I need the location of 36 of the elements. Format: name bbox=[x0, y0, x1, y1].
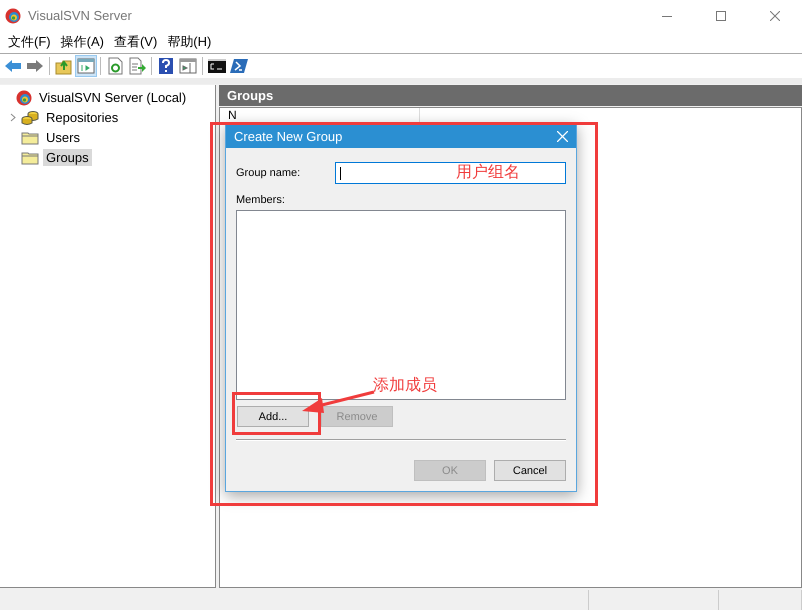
add-button[interactable]: Add... bbox=[237, 406, 309, 427]
annotation-text: 用户组名 bbox=[456, 162, 520, 182]
powershell-icon bbox=[230, 58, 248, 74]
server-logo-icon bbox=[5, 8, 21, 24]
field-label: Group name: bbox=[236, 167, 300, 179]
tree-item[interactable]: Repositories bbox=[43, 109, 122, 126]
refresh-icon bbox=[107, 56, 123, 75]
menu-item[interactable]: 查看(V) bbox=[108, 33, 162, 52]
menu-item[interactable]: 文件(F) bbox=[3, 33, 56, 52]
tree-item[interactable]: Groups bbox=[43, 149, 92, 166]
cancel-button[interactable]: Cancel bbox=[494, 460, 566, 481]
maximize-icon[interactable] bbox=[716, 10, 726, 21]
dialog-title: Create New Group bbox=[234, 128, 342, 144]
menu-item[interactable]: 操作(A) bbox=[56, 33, 109, 52]
group-name-field[interactable] bbox=[335, 162, 566, 184]
folder-icon bbox=[21, 130, 39, 145]
menu-item[interactable]: 帮助(H) bbox=[162, 33, 216, 52]
action-pane-icon bbox=[179, 58, 197, 74]
server-logo-icon bbox=[16, 90, 32, 106]
command-prompt-icon bbox=[208, 58, 226, 73]
expand-chevron-icon[interactable] bbox=[10, 113, 16, 122]
members-list[interactable] bbox=[236, 210, 566, 400]
back-arrow-icon bbox=[4, 58, 22, 74]
field-label: Members: bbox=[236, 194, 286, 206]
annotation-text: 添加成员 bbox=[373, 375, 437, 395]
close-icon[interactable] bbox=[770, 10, 780, 21]
export-icon bbox=[128, 56, 146, 75]
pane-header: Groups bbox=[219, 84, 802, 106]
window-title: VisualSVN Server bbox=[28, 8, 133, 24]
folder-icon bbox=[21, 150, 39, 165]
tree-item[interactable]: VisualSVN Server (Local) bbox=[36, 89, 190, 106]
forward-arrow-icon bbox=[26, 58, 44, 74]
database-icon bbox=[21, 110, 39, 126]
tree-item[interactable]: Users bbox=[43, 129, 83, 146]
tree-pane-icon bbox=[77, 58, 95, 74]
help-icon bbox=[158, 56, 174, 75]
